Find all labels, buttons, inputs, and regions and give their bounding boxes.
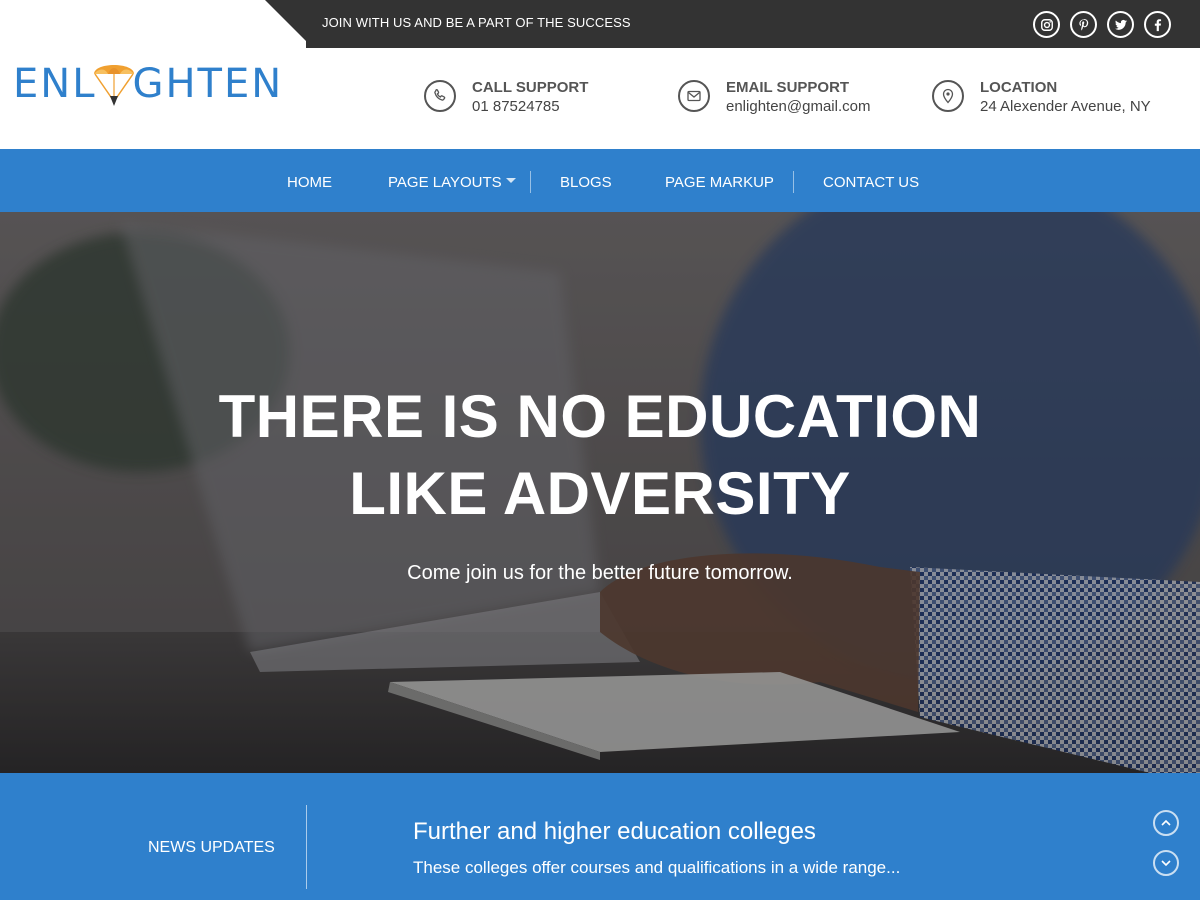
news-title[interactable]: Further and higher education colleges [413, 818, 816, 846]
location-address: 24 Alexender Avenue, NY [980, 98, 1151, 115]
nav-separator [793, 171, 794, 193]
hero-title-line2: LIKE ADVERSITY [349, 460, 851, 527]
site-logo[interactable]: ENL GHTEN [13, 58, 283, 110]
nav-item-page-markup[interactable]: PAGE MARKUP [665, 174, 774, 191]
chevron-down-icon [506, 178, 516, 183]
nav-item-home[interactable]: HOME [287, 174, 332, 191]
nav-item-blogs[interactable]: BLOGS [560, 174, 612, 191]
call-support-title: CALL SUPPORT [472, 79, 589, 96]
nav-separator [530, 171, 531, 193]
hero-subtitle: Come join us for the better future tomor… [407, 562, 793, 584]
location-title: LOCATION [980, 79, 1058, 96]
pinterest-icon[interactable] [1070, 11, 1097, 38]
call-support: CALL SUPPORT 01 87524785 [424, 80, 588, 118]
location-pin-icon [932, 80, 964, 112]
instagram-icon[interactable] [1033, 11, 1060, 38]
call-support-number: 01 87524785 [472, 98, 560, 115]
chevron-up-icon[interactable] [1153, 810, 1179, 836]
parachute-logo-icon [94, 65, 134, 106]
nav-item-page-layouts[interactable]: PAGE LAYOUTS [388, 174, 502, 191]
location: LOCATION 24 Alexender Avenue, NY [932, 80, 1151, 118]
email-support-address[interactable]: enlighten@gmail.com [726, 96, 870, 118]
email-support: EMAIL SUPPORT enlighten@gmail.com [678, 80, 870, 118]
logo-text-right: GHTEN [132, 61, 284, 107]
email-support-title: EMAIL SUPPORT [726, 79, 850, 96]
news-divider [306, 805, 307, 889]
hero-title: THERE IS NO EDUCATION LIKE ADVERSITY [0, 378, 1200, 532]
nav-item-contact-us[interactable]: CONTACT US [823, 174, 919, 191]
top-bar-logo-area [0, 0, 306, 48]
logo-text-left: ENL [13, 61, 97, 107]
phone-icon [424, 80, 456, 112]
news-updates-bar: NEWS UPDATES Further and higher educatio… [0, 773, 1200, 900]
facebook-icon[interactable] [1144, 11, 1171, 38]
hero-title-line1: THERE IS NO EDUCATION [218, 383, 982, 450]
hero-banner: THERE IS NO EDUCATION LIKE ADVERSITY Com… [0, 212, 1200, 773]
news-excerpt: These colleges offer courses and qualifi… [413, 858, 901, 877]
chevron-down-icon[interactable] [1153, 850, 1179, 876]
tagline: JOIN WITH US AND BE A PART OF THE SUCCES… [322, 15, 631, 30]
twitter-icon[interactable] [1107, 11, 1134, 38]
news-label: NEWS UPDATES [148, 839, 275, 856]
mail-icon [678, 80, 710, 112]
